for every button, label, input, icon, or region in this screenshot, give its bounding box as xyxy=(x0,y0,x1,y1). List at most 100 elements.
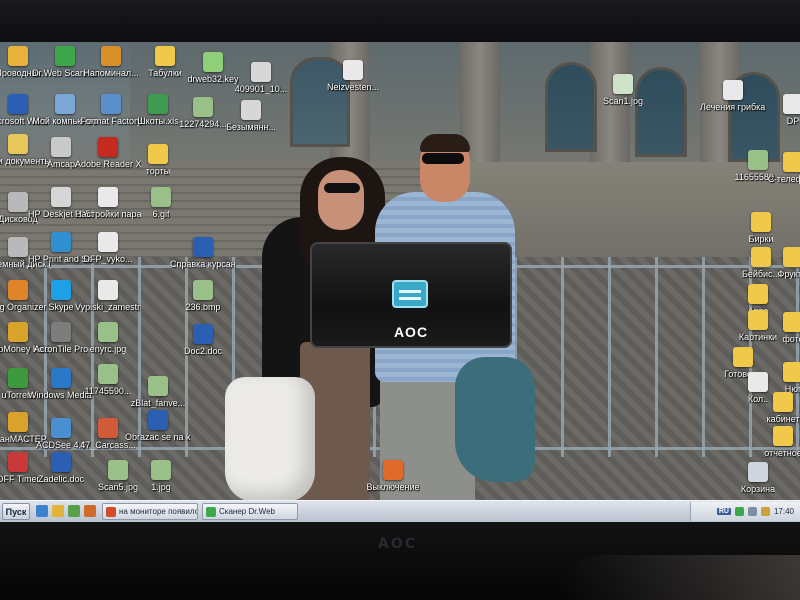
desktop-icon-label: Obrazac se na katidno.doc xyxy=(125,432,191,442)
desktop-icon[interactable]: Выключение xyxy=(360,460,426,492)
recycle-bin-icon xyxy=(748,462,768,482)
desktop-icon[interactable]: Neizvesten... xyxy=(320,60,386,92)
desktop-icon-label: Бирки xyxy=(748,234,774,244)
word-icon xyxy=(8,94,28,114)
monitor-menu-icon xyxy=(392,280,428,308)
desktop-icon-label: Neizvesten... xyxy=(326,82,380,92)
document-icon xyxy=(98,187,118,207)
osd-brand-label: AOC xyxy=(393,324,429,340)
desktop-icon[interactable]: Vypiski_zamestnane... xyxy=(75,280,141,312)
desktop-icon-label: 6.gif xyxy=(152,209,170,219)
desktop-icon[interactable]: Безымянн... xyxy=(218,100,284,132)
desktop-icon[interactable]: 409901_10... xyxy=(228,62,294,94)
media-icon[interactable] xyxy=(68,505,80,517)
desktop-icon[interactable]: фото xyxy=(760,312,800,344)
explorer-icon[interactable] xyxy=(52,505,64,517)
folder-icon xyxy=(783,312,800,332)
ie-icon[interactable] xyxy=(36,505,48,517)
image-file-icon xyxy=(108,460,128,480)
off-timer-icon xyxy=(8,452,28,472)
desktop-icon-label: Справка курсант3... xyxy=(170,259,236,269)
taskbar-button-drweb[interactable]: Сканер Dr.Web xyxy=(202,503,298,520)
word-file-icon xyxy=(148,410,168,430)
scanmaster-icon xyxy=(8,412,28,432)
folder-icon xyxy=(783,247,800,267)
desktop-icon[interactable]: С телефона xyxy=(760,152,800,184)
desktop-icon-label: DP xyxy=(786,116,800,126)
taskbar-button-label: на мониторе появился ... xyxy=(119,507,197,516)
taskbar-button-label: Сканер Dr.Web xyxy=(219,507,275,516)
word-file-icon xyxy=(193,237,213,257)
drweb-tray-icon[interactable] xyxy=(734,507,744,516)
image-file-icon xyxy=(98,418,118,438)
taskbar-button-browser[interactable]: на мониторе появился ... xyxy=(102,503,198,520)
document-icon xyxy=(783,94,800,114)
folder-icon xyxy=(783,362,800,382)
desktop-icon[interactable]: zBlat_fanve... xyxy=(125,376,191,408)
desktop-screen: ПроводникDr.Web ScannerНапоминал...Табул… xyxy=(0,42,800,522)
desktop-icon[interactable]: кабинет xyxy=(750,392,800,424)
word-file-icon xyxy=(193,324,213,344)
desktop-icon[interactable]: Scan1.jpg xyxy=(590,74,656,106)
excel-file-icon xyxy=(148,94,168,114)
desktop-icon[interactable]: торты xyxy=(125,144,191,176)
acdsee-icon xyxy=(51,418,71,438)
desktop-icon-label: DFP_vyko... xyxy=(83,254,133,264)
image-file-icon xyxy=(151,187,171,207)
desktop-icon-label: enyrc.jpg xyxy=(89,344,127,354)
document-icon xyxy=(98,232,118,252)
acron-icon xyxy=(51,322,71,342)
desktop-icon-label: 236.bmp xyxy=(185,302,221,312)
photo-of-monitor: ПроводникDr.Web ScannerНапоминал...Табул… xyxy=(0,0,800,600)
monitor-osd-menu: AOC xyxy=(310,242,512,348)
firefox-icon[interactable] xyxy=(84,505,96,517)
document-icon xyxy=(723,80,743,100)
desktop-icon[interactable]: отчетное xyxy=(750,426,800,458)
desktop-icon-label: 409901_10... xyxy=(234,84,288,94)
desktop-icon-label: Фрукты xyxy=(777,269,800,279)
desktop-icon[interactable]: Бирки xyxy=(728,212,794,244)
desktop-icon[interactable]: Doc2.doc xyxy=(170,324,236,356)
folder-explorer-icon xyxy=(8,46,28,66)
volume-tray-icon[interactable] xyxy=(760,507,770,516)
desktop-icon-label: Табулки xyxy=(148,68,182,78)
desktop-icon-label: торты xyxy=(145,166,171,176)
reminder-icon xyxy=(101,46,121,66)
folder-icon xyxy=(773,426,793,446)
wallpaper-white-bag xyxy=(225,377,315,502)
my-documents-icon xyxy=(8,134,28,154)
desktop-icon[interactable]: Нюг xyxy=(760,362,800,394)
disk-drive-icon xyxy=(8,192,28,212)
document-icon xyxy=(343,60,363,80)
desktop-icon-label: Выключение xyxy=(366,482,420,492)
pdf-icon xyxy=(98,137,118,157)
desktop-icon-label: Scan1.jpg xyxy=(602,96,644,106)
document-icon xyxy=(98,280,118,300)
wallpaper-man-hair xyxy=(420,134,470,152)
desktop-icon[interactable]: Фрукты xyxy=(760,247,800,279)
shutdown-icon xyxy=(383,460,403,480)
wallpaper-jacket xyxy=(455,357,535,482)
network-tray-icon[interactable] xyxy=(747,507,757,516)
start-button[interactable]: Пуск xyxy=(2,503,30,520)
language-indicator[interactable]: RU xyxy=(716,508,731,515)
desktop-icon[interactable]: Obrazac se na katidno.doc xyxy=(125,410,191,442)
desktop-icon[interactable]: 1.jpg xyxy=(128,460,194,492)
bezel-logo: AOC xyxy=(378,536,418,552)
desktop-icon[interactable]: DFP_vyko... xyxy=(75,232,141,264)
desktop-icon[interactable]: 236.bmp xyxy=(170,280,236,312)
desktop-icon-label: Zadelic.doc xyxy=(37,474,85,484)
desktop-icon[interactable]: Корзина xyxy=(725,462,791,494)
webmoney-icon xyxy=(8,322,28,342)
desktop-icon[interactable]: 6.gif xyxy=(128,187,194,219)
desktop-icon-label: Корзина xyxy=(740,484,776,494)
folder-icon xyxy=(148,144,168,164)
desktop-icon[interactable]: Лечения грибка ног ... xyxy=(700,80,766,112)
desktop-icon[interactable]: DP xyxy=(760,94,800,126)
desktop-icon-label: Безымянн... xyxy=(226,122,276,132)
wallpaper-man-sunglasses xyxy=(422,153,464,164)
desktop-icon[interactable]: Справка курсант3... xyxy=(170,237,236,269)
desktop-icon-label: отчетное xyxy=(764,448,800,458)
desktop-icon[interactable]: enyrc.jpg xyxy=(75,322,141,354)
folder-icon xyxy=(733,347,753,367)
